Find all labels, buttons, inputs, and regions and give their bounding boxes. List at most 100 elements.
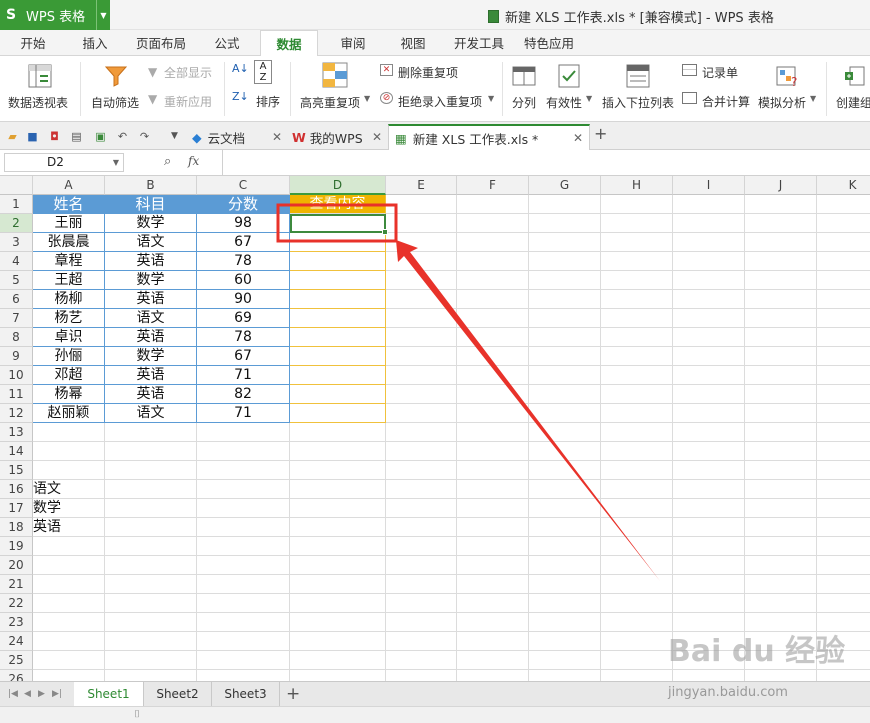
cell-j14[interactable] [745, 442, 817, 461]
cell-e19[interactable] [386, 537, 457, 556]
cell-e13[interactable] [386, 423, 457, 442]
cell-g5[interactable] [529, 271, 601, 290]
cell-h24[interactable] [601, 632, 673, 651]
spreadsheet-grid[interactable]: ABCDEFGHIJK 1 2 3 4 5 6 7 8 9 10 11 12 13 14 15 16 17 18 1… [0, 176, 870, 681]
cell-b26[interactable] [105, 670, 197, 681]
cell-k26[interactable] [817, 670, 870, 681]
cell-f12[interactable] [457, 404, 529, 423]
doc-tab-my-wps[interactable]: W 我的WPS ✕ [286, 124, 386, 150]
tab-review[interactable]: 审阅 [334, 30, 372, 56]
cell-d22[interactable] [290, 594, 386, 613]
cell-h4[interactable] [601, 252, 673, 271]
cell-b20[interactable] [105, 556, 197, 575]
cell-i2[interactable] [673, 214, 745, 233]
cell-h22[interactable] [601, 594, 673, 613]
row-header-7[interactable]: 7 [0, 309, 33, 328]
cell-g15[interactable] [529, 461, 601, 480]
cell-j21[interactable] [745, 575, 817, 594]
cell-f18[interactable] [457, 518, 529, 537]
cell-h14[interactable] [601, 442, 673, 461]
cell-h7[interactable] [601, 309, 673, 328]
column-header-f[interactable]: F [457, 176, 529, 195]
column-header-h[interactable]: H [601, 176, 673, 195]
cell-i16[interactable] [673, 480, 745, 499]
row-header-16[interactable]: 16 [0, 480, 33, 499]
cell-f16[interactable] [457, 480, 529, 499]
doc-tab-cloud[interactable]: ◆ 云文档 ✕ [186, 124, 286, 150]
cell-f25[interactable] [457, 651, 529, 670]
row-header-25[interactable]: 25 [0, 651, 33, 670]
cell-d18[interactable] [290, 518, 386, 537]
lookup-cell-d6[interactable] [290, 290, 386, 309]
row-header-19[interactable]: 19 [0, 537, 33, 556]
cell-k1[interactable] [817, 195, 870, 214]
data-cell-b9[interactable]: 数学 [105, 347, 197, 366]
select-all-corner[interactable] [0, 176, 33, 195]
sheet-tab-sheet3[interactable]: Sheet3 [212, 682, 280, 707]
print-icon[interactable]: ▤ [70, 130, 83, 143]
close-icon[interactable]: ✕ [573, 131, 583, 145]
cell-i5[interactable] [673, 271, 745, 290]
cell-f6[interactable] [457, 290, 529, 309]
cell-j2[interactable] [745, 214, 817, 233]
cell-c18[interactable] [197, 518, 290, 537]
data-cell-b4[interactable]: 英语 [105, 252, 197, 271]
cell-f9[interactable] [457, 347, 529, 366]
cell-a13[interactable] [33, 423, 105, 442]
cell-g26[interactable] [529, 670, 601, 681]
cell-g6[interactable] [529, 290, 601, 309]
cell-g11[interactable] [529, 385, 601, 404]
cell-f21[interactable] [457, 575, 529, 594]
header-cell-c[interactable]: 分数 [197, 195, 290, 214]
cell-g24[interactable] [529, 632, 601, 651]
row-header-15[interactable]: 15 [0, 461, 33, 480]
cell-b17[interactable] [105, 499, 197, 518]
row-header-17[interactable]: 17 [0, 499, 33, 518]
cell-c13[interactable] [197, 423, 290, 442]
cell-k7[interactable] [817, 309, 870, 328]
data-cell-a6[interactable]: 杨柳 [33, 290, 105, 309]
cell-e18[interactable] [386, 518, 457, 537]
cell-g22[interactable] [529, 594, 601, 613]
cell-j26[interactable] [745, 670, 817, 681]
cell-j19[interactable] [745, 537, 817, 556]
subject-list-item[interactable]: 语文 [33, 480, 105, 499]
cell-i20[interactable] [673, 556, 745, 575]
lookup-cell-d11[interactable] [290, 385, 386, 404]
cell-j18[interactable] [745, 518, 817, 537]
doc-tab-active-workbook[interactable]: ▦ 新建 XLS 工作表.xls * ✕ [388, 124, 590, 150]
cell-f14[interactable] [457, 442, 529, 461]
row-header-23[interactable]: 23 [0, 613, 33, 632]
cell-b25[interactable] [105, 651, 197, 670]
cell-e20[interactable] [386, 556, 457, 575]
cell-e1[interactable] [386, 195, 457, 214]
cell-j12[interactable] [745, 404, 817, 423]
cell-k8[interactable] [817, 328, 870, 347]
cell-k11[interactable] [817, 385, 870, 404]
column-header-g[interactable]: G [529, 176, 601, 195]
cell-b23[interactable] [105, 613, 197, 632]
data-cell-c5[interactable]: 60 [197, 271, 290, 290]
cell-i9[interactable] [673, 347, 745, 366]
row-header-12[interactable]: 12 [0, 404, 33, 423]
last-sheet-icon[interactable]: ▶| [52, 689, 62, 699]
cell-a21[interactable] [33, 575, 105, 594]
cell-i6[interactable] [673, 290, 745, 309]
data-cell-a10[interactable]: 邓超 [33, 366, 105, 385]
save-icon[interactable]: ■ [26, 130, 39, 143]
cell-g14[interactable] [529, 442, 601, 461]
cell-g8[interactable] [529, 328, 601, 347]
cell-h21[interactable] [601, 575, 673, 594]
cell-g9[interactable] [529, 347, 601, 366]
cell-i22[interactable] [673, 594, 745, 613]
data-cell-a9[interactable]: 孙俪 [33, 347, 105, 366]
cell-g16[interactable] [529, 480, 601, 499]
cell-g20[interactable] [529, 556, 601, 575]
cell-h6[interactable] [601, 290, 673, 309]
cell-b18[interactable] [105, 518, 197, 537]
cell-f4[interactable] [457, 252, 529, 271]
cell-h13[interactable] [601, 423, 673, 442]
cell-e22[interactable] [386, 594, 457, 613]
cell-g2[interactable] [529, 214, 601, 233]
data-cell-c11[interactable]: 82 [197, 385, 290, 404]
